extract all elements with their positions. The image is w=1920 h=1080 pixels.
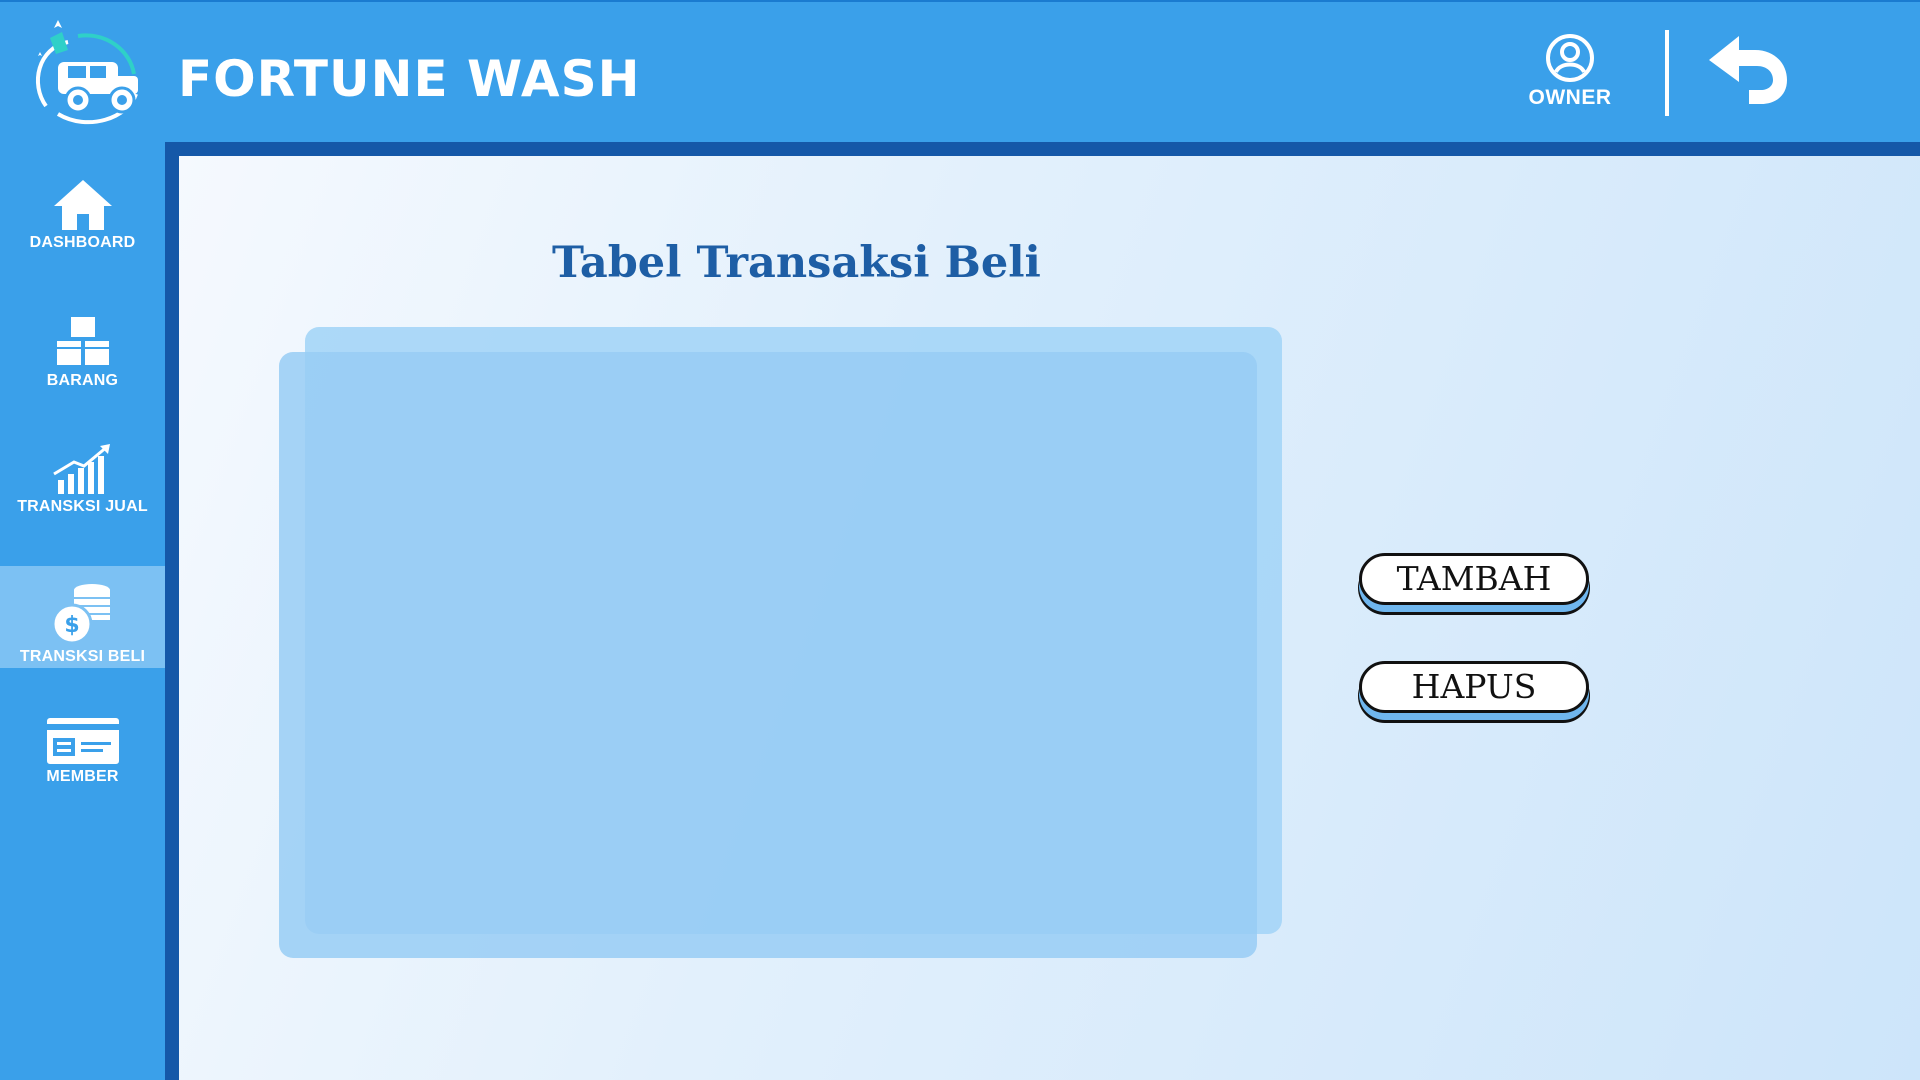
- back-arrow-icon: [1709, 36, 1787, 104]
- svg-text:$: $: [64, 613, 79, 638]
- growth-chart-icon: [52, 444, 110, 494]
- page-title: Tabel Transaksi Beli: [552, 238, 1041, 288]
- sidebar-item-barang[interactable]: BARANG: [0, 314, 165, 390]
- app-title: FORTUNE WASH: [178, 50, 641, 108]
- sidebar-item-transaksi-beli[interactable]: $ TRANSKSI BELI: [0, 566, 165, 668]
- sidebar-item-dashboard[interactable]: DASHBOARD: [0, 178, 165, 252]
- transaction-table[interactable]: [279, 352, 1257, 958]
- car-wash-logo-icon: [18, 14, 150, 134]
- add-button[interactable]: TAMBAH: [1359, 553, 1589, 605]
- sidebar-item-transaksi-jual[interactable]: TRANSKSI JUAL: [0, 442, 165, 516]
- sidebar: DASHBOARD BARANG TRANSKSI JUAL $ TRANSKS…: [0, 142, 165, 1080]
- sidebar-item-label: TRANSKSI JUAL: [17, 498, 148, 515]
- sidebar-item-member[interactable]: MEMBER: [0, 716, 165, 786]
- member-card-icon: [46, 718, 119, 764]
- app-header: FORTUNE WASH OWNER: [0, 0, 1920, 142]
- sidebar-item-label: MEMBER: [46, 768, 119, 785]
- header-divider: [1665, 30, 1669, 116]
- delete-button[interactable]: HAPUS: [1359, 661, 1589, 713]
- boxes-icon: [54, 315, 111, 367]
- coins-dollar-icon: $: [51, 584, 110, 645]
- sidebar-item-label: TRANSKSI BELI: [19, 648, 146, 665]
- home-icon: [53, 180, 112, 230]
- sidebar-item-label: DASHBOARD: [29, 234, 136, 251]
- user-circle-icon: [1546, 34, 1594, 82]
- owner-profile[interactable]: OWNER: [1510, 32, 1630, 110]
- owner-label: OWNER: [1528, 86, 1612, 109]
- back-button[interactable]: [1705, 34, 1791, 106]
- sidebar-item-label: BARANG: [46, 372, 119, 389]
